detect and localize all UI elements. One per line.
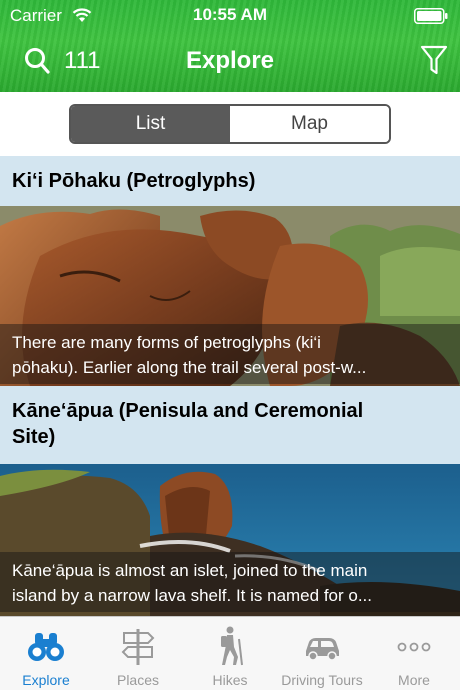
- map-segment-button[interactable]: Map: [230, 106, 389, 142]
- list-item[interactable]: Kāne‘āpua (Penisula and Ceremonial Site)…: [0, 386, 460, 616]
- tab-more[interactable]: More: [368, 617, 460, 691]
- place-description-line: There are many forms of petroglyphs (ki‘…: [12, 333, 321, 352]
- place-description: Kāne‘āpua is almost an islet, joined to …: [0, 552, 460, 612]
- place-description-line: Kāne‘āpua is almost an islet, joined to …: [12, 561, 368, 580]
- battery-icon: [414, 8, 448, 24]
- view-toggle-area: List Map: [0, 92, 460, 156]
- signpost-icon: [121, 629, 155, 665]
- tab-explore[interactable]: Explore: [0, 617, 92, 691]
- more-dots-icon: [397, 642, 431, 652]
- list-item[interactable]: Ki‘i Pōhaku (Petroglyphs) There are many…: [0, 156, 460, 386]
- status-time: 10:55 AM: [192, 5, 267, 24]
- tab-hikes[interactable]: Hikes: [184, 617, 276, 691]
- place-title-text: Site): [12, 426, 56, 448]
- tab-driving-tours[interactable]: Driving Tours: [276, 617, 368, 691]
- tab-bar: Explore Places Hikes Driving Tours More: [0, 616, 460, 690]
- page-title: Explore: [185, 47, 275, 74]
- tab-places[interactable]: Places: [92, 617, 184, 691]
- place-description: There are many forms of petroglyphs (ki‘…: [0, 324, 460, 384]
- binoculars-icon: [28, 633, 64, 661]
- place-title-text: Kāne‘āpua (Penisula and Ceremonial: [12, 400, 364, 422]
- car-icon: [306, 638, 339, 661]
- list-segment-button[interactable]: List: [71, 106, 230, 142]
- place-title: Kāne‘āpua (Penisula and Ceremonial Site): [0, 386, 460, 464]
- nav-bar: 111 Explore: [0, 32, 460, 92]
- place-title: Ki‘i Pōhaku (Petroglyphs): [0, 156, 460, 206]
- places-list: Ki‘i Pōhaku (Petroglyphs) There are many…: [0, 156, 460, 616]
- tab-label: Hikes: [212, 672, 248, 688]
- place-title-text: Ki‘i Pōhaku (Petroglyphs): [12, 170, 256, 192]
- filter-icon[interactable]: [420, 44, 448, 76]
- place-description-line: island by a narrow lava shelf. It is nam…: [12, 586, 373, 605]
- tab-label: Driving Tours: [281, 672, 363, 688]
- list-map-segmented-control: List Map: [69, 104, 391, 144]
- status-bar: Carrier 10:55 AM: [0, 0, 460, 32]
- header: Carrier 10:55 AM 111 Explore: [0, 0, 460, 92]
- tab-label: More: [398, 672, 430, 688]
- place-description-line: pōhaku). Earlier along the trail several…: [12, 358, 367, 377]
- tab-label: Places: [116, 672, 160, 688]
- hiker-icon: [221, 626, 243, 666]
- tab-label: Explore: [22, 672, 70, 688]
